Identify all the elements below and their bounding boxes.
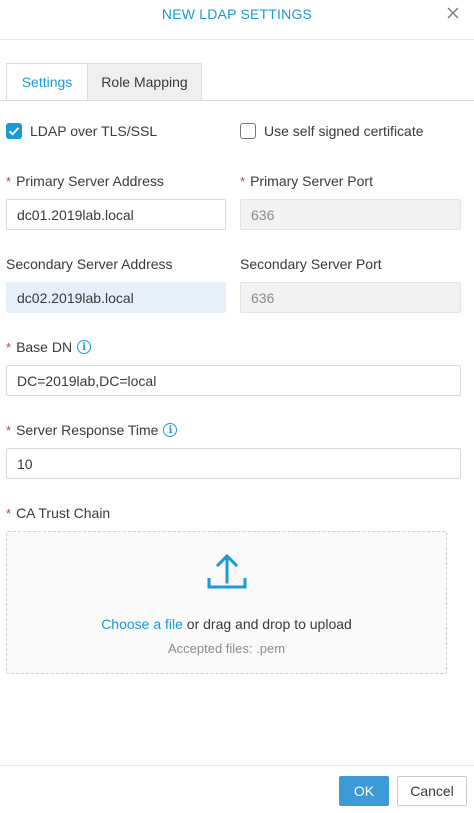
primary-address-label: * Primary Server Address: [6, 173, 164, 189]
secondary-port-input: 636: [240, 282, 461, 313]
upload-prompt-text: or drag and drop to upload: [186, 616, 352, 632]
primary-port-input: 636: [240, 199, 461, 230]
secondary-address-label: Secondary Server Address: [6, 256, 173, 272]
base-dn-input[interactable]: DC=2019lab,DC=local: [6, 365, 461, 396]
tab-bar: Settings Role Mapping: [6, 63, 202, 100]
required-mark: *: [6, 422, 12, 438]
required-mark: *: [6, 505, 12, 521]
unchecked-icon: [240, 123, 256, 139]
dialog-title: NEW LDAP SETTINGS: [161, 6, 313, 22]
base-dn-label: * Base DN i: [6, 339, 92, 355]
primary-port-label: * Primary Server Port: [240, 173, 373, 189]
required-mark: *: [6, 173, 12, 189]
ca-chain-label: * CA Trust Chain: [6, 505, 111, 521]
ldap-tls-checkbox[interactable]: LDAP over TLS/SSL: [6, 123, 157, 139]
upload-prompt: Choose a file or drag and drop to upload: [7, 616, 446, 632]
accepted-files: Accepted files: .pem: [167, 641, 286, 656]
ok-button[interactable]: OK: [339, 776, 389, 806]
response-time-input[interactable]: 10: [6, 448, 461, 479]
required-mark: *: [6, 339, 12, 355]
choose-file-link[interactable]: Choose a file: [101, 616, 183, 632]
secondary-port-label: Secondary Server Port: [240, 256, 382, 272]
dialog-header: NEW LDAP SETTINGS: [0, 0, 474, 40]
cancel-button[interactable]: Cancel: [397, 776, 467, 806]
ldap-tls-label: LDAP over TLS/SSL: [30, 123, 158, 139]
tab-settings[interactable]: Settings: [6, 63, 88, 100]
checked-icon: [6, 123, 22, 139]
upload-icon: [207, 553, 247, 589]
info-icon[interactable]: i: [77, 340, 92, 354]
secondary-address-input[interactable]: dc02.2019lab.local: [6, 282, 226, 313]
self-signed-checkbox[interactable]: Use self signed certificate: [240, 123, 424, 139]
tab-divider: [0, 100, 474, 101]
info-icon[interactable]: i: [163, 423, 178, 437]
self-signed-label: Use self signed certificate: [264, 123, 424, 139]
response-time-label: * Server Response Time i: [6, 422, 178, 438]
tab-role-mapping[interactable]: Role Mapping: [88, 63, 202, 100]
primary-address-input[interactable]: dc01.2019lab.local: [6, 199, 226, 230]
file-drop-zone[interactable]: Choose a file or drag and drop to upload…: [6, 531, 447, 674]
footer-divider: [0, 765, 474, 766]
required-mark: *: [240, 173, 246, 189]
close-icon[interactable]: [442, 2, 464, 24]
